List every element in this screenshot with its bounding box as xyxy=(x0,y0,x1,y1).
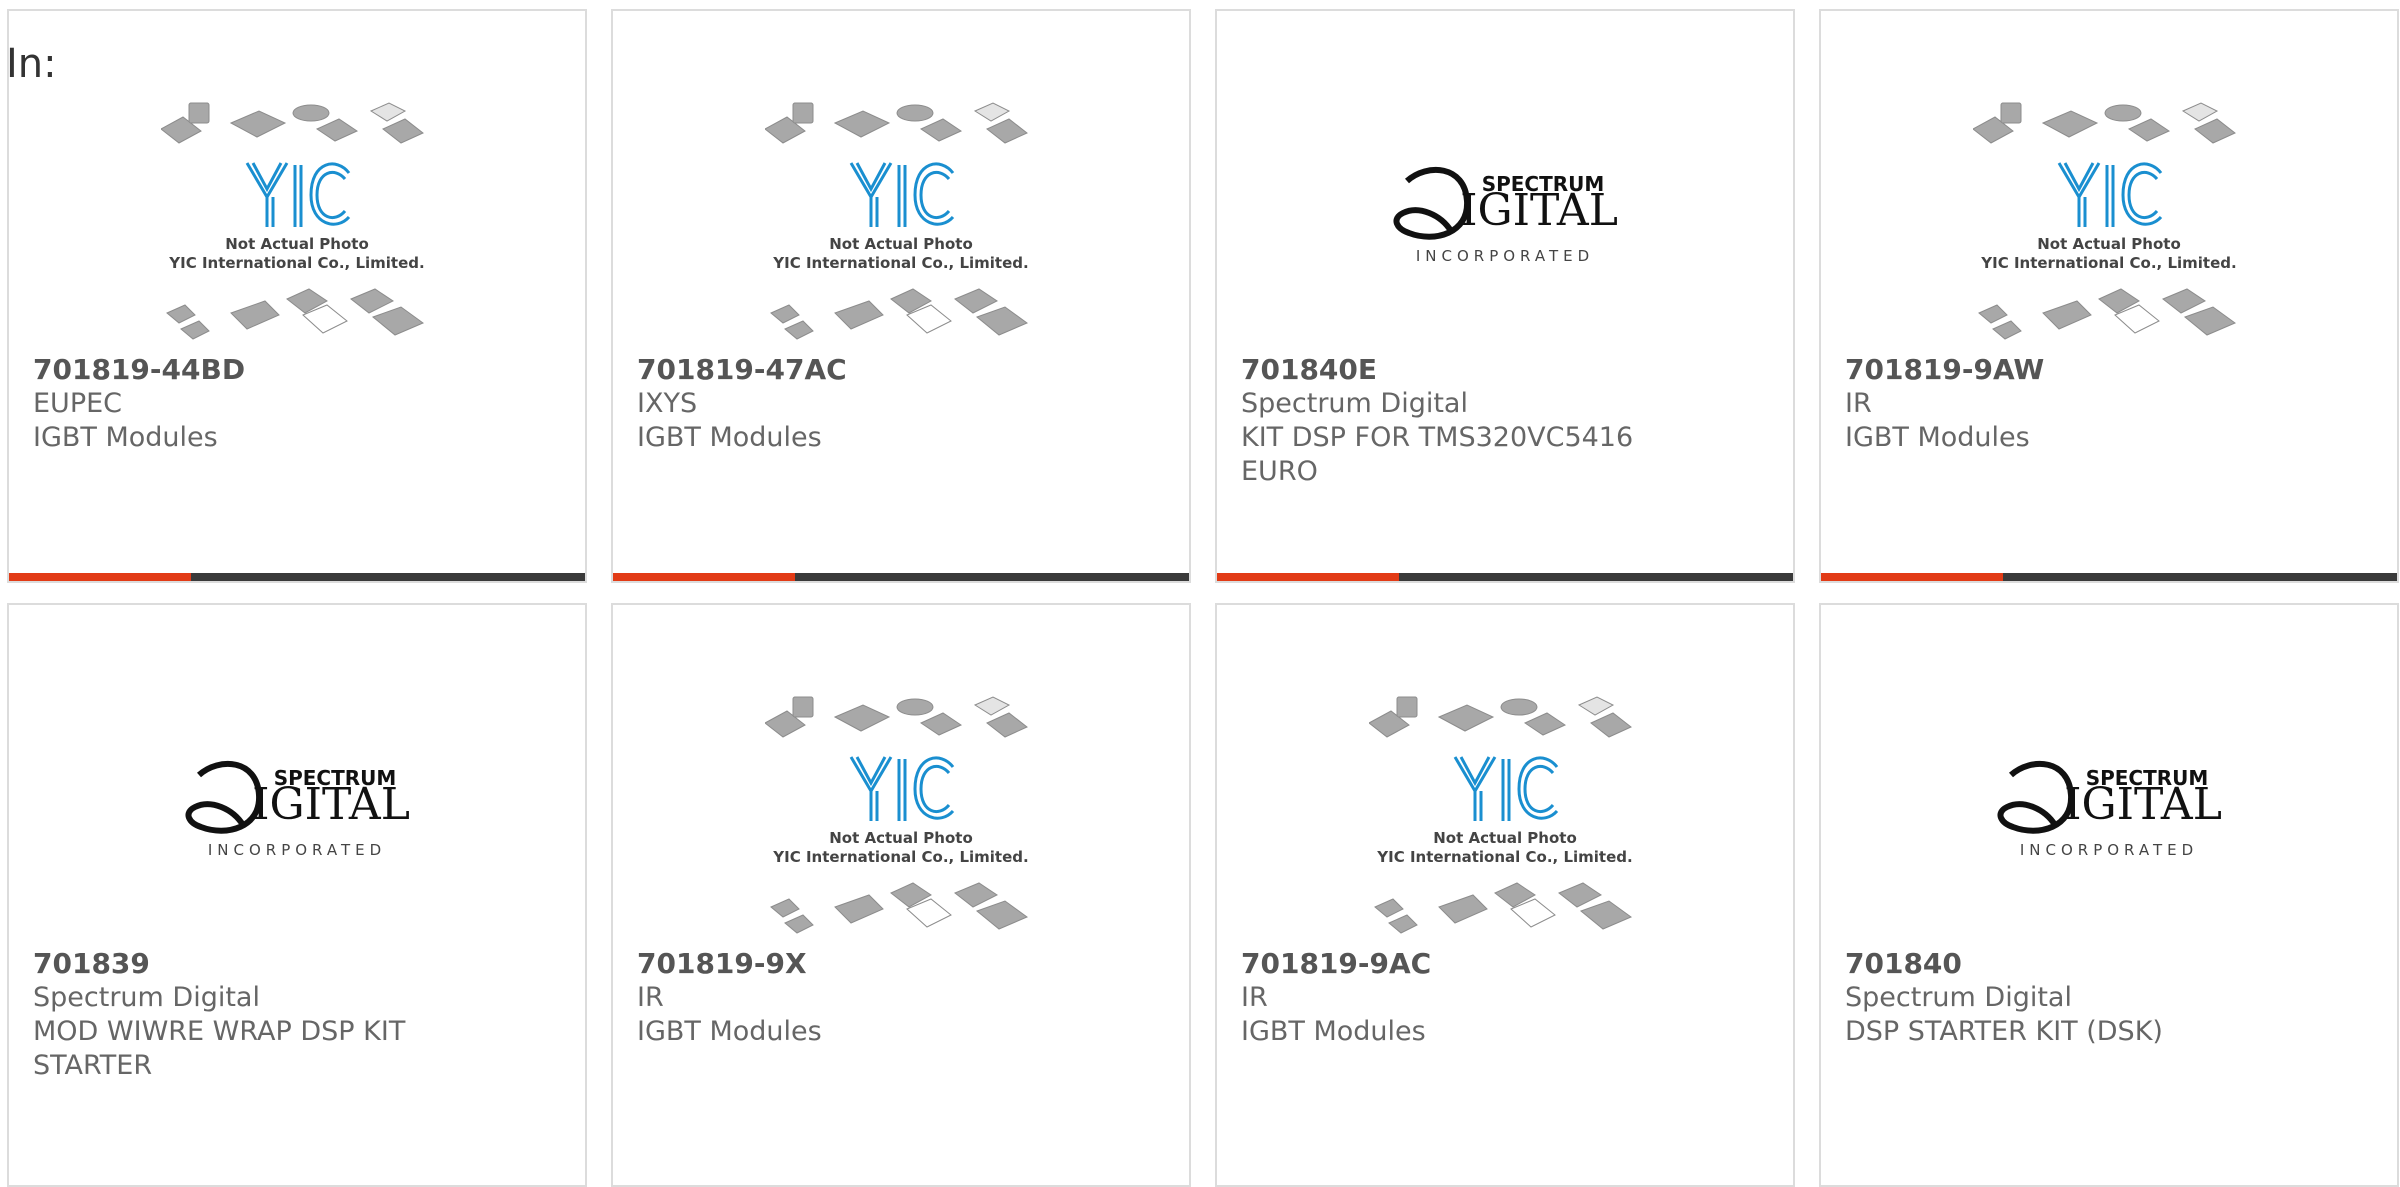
part-number-link[interactable]: 701840 xyxy=(1845,947,2377,981)
card-bottom-bar xyxy=(613,573,1189,581)
product-card[interactable]: Not Actual Photo YIC International Co., … xyxy=(611,9,1191,583)
description-label: IGBT Modules xyxy=(637,1016,822,1047)
part-number-link[interactable]: 701819-9AW xyxy=(1845,353,2377,387)
description-label: IGBT Modules xyxy=(1845,422,2030,453)
card-accent-stripe xyxy=(1821,573,2003,581)
svg-text:INCORPORATED: INCORPORATED xyxy=(208,841,386,859)
product-info: 701819-44BD EUPEC IGBT Modules xyxy=(33,353,565,455)
manufacturer-label: IR xyxy=(1845,388,1872,419)
part-number-link[interactable]: 701819-47AC xyxy=(637,353,1169,387)
svg-text:Not Actual Photo: Not Actual Photo xyxy=(1433,829,1577,847)
svg-text:YIC International Co., Limited: YIC International Co., Limited. xyxy=(772,254,1028,272)
svg-text:YIC International Co., Limited: YIC International Co., Limited. xyxy=(772,848,1028,866)
spectrum-digital-logo-image[interactable]: SPECTRUM IGITAL INCORPORATED xyxy=(1973,695,2245,945)
description-label: IGBT Modules xyxy=(1241,1016,1426,1047)
manufacturer-label: IR xyxy=(1241,982,1268,1013)
card-accent-stripe xyxy=(613,573,795,581)
part-number-link[interactable]: 701819-44BD xyxy=(33,353,565,387)
product-card[interactable]: Not Actual Photo YIC International Co., … xyxy=(7,9,587,583)
card-accent-stripe xyxy=(1217,573,1399,581)
spectrum-digital-logo-image[interactable]: SPECTRUM IGITAL INCORPORATED xyxy=(161,695,433,945)
product-card[interactable]: SPECTRUM IGITAL INCORPORATED 701840 Spect… xyxy=(1819,603,2399,1187)
description-label: DSP STARTER KIT (DSK) xyxy=(1845,1016,2163,1047)
product-info: 701840 Spectrum Digital DSP STARTER KIT (D… xyxy=(1845,947,2377,1049)
yic-placeholder-image[interactable]: Not Actual Photo YIC International Co., … xyxy=(161,101,433,351)
yic-placeholder-image[interactable]: Not Actual Photo YIC International Co., … xyxy=(1973,101,2245,351)
part-number-link[interactable]: 701839 xyxy=(33,947,565,981)
product-info: 701819-9AW IR IGBT Modules xyxy=(1845,353,2377,455)
product-grid: Not Actual Photo YIC International Co., … xyxy=(7,9,2400,1187)
svg-text:YIC International Co., Limited: YIC International Co., Limited. xyxy=(1376,848,1632,866)
svg-text:Not Actual Photo: Not Actual Photo xyxy=(225,235,369,253)
svg-text:Not Actual Photo: Not Actual Photo xyxy=(829,235,973,253)
card-bottom-bar xyxy=(1821,573,2397,581)
product-info: 701819-9X IR IGBT Modules xyxy=(637,947,1169,1049)
product-card[interactable]: SPECTRUM IGITAL INCORPORATED 701839 Spect… xyxy=(7,603,587,1187)
in-label: In: xyxy=(6,41,57,87)
description-label: KIT DSP FOR TMS320VC5416 EURO xyxy=(1241,422,1634,487)
manufacturer-label: Spectrum Digital xyxy=(1845,982,2072,1013)
product-card[interactable]: Not Actual Photo YIC International Co., … xyxy=(1215,603,1795,1187)
yic-placeholder-image[interactable]: Not Actual Photo YIC International Co., … xyxy=(1369,695,1641,945)
product-info: 701819-47AC IXYS IGBT Modules xyxy=(637,353,1169,455)
manufacturer-label: EUPEC xyxy=(33,388,123,419)
product-card[interactable]: Not Actual Photo YIC International Co., … xyxy=(1819,9,2399,583)
svg-text:YIC International Co., Limited: YIC International Co., Limited. xyxy=(1980,254,2236,272)
svg-text:YIC International Co., Limited: YIC International Co., Limited. xyxy=(168,254,424,272)
part-number-link[interactable]: 701819-9AC xyxy=(1241,947,1773,981)
description-label: IGBT Modules xyxy=(33,422,218,453)
svg-text:IGITAL: IGITAL xyxy=(1460,185,1618,236)
part-number-link[interactable]: 701819-9X xyxy=(637,947,1169,981)
product-card[interactable]: SPECTRUM IGITAL INCORPORATED 701840E Spec… xyxy=(1215,9,1795,583)
manufacturer-label: Spectrum Digital xyxy=(1241,388,1468,419)
spectrum-digital-logo-image[interactable]: SPECTRUM IGITAL INCORPORATED xyxy=(1369,101,1641,351)
svg-text:INCORPORATED: INCORPORATED xyxy=(2020,841,2198,859)
card-bottom-bar xyxy=(9,573,585,581)
product-card[interactable]: Not Actual Photo YIC International Co., … xyxy=(611,603,1191,1187)
product-info: 701840E Spectrum Digital KIT DSP FOR TMS32… xyxy=(1241,353,1773,489)
svg-text:IGITAL: IGITAL xyxy=(2064,779,2222,830)
svg-text:Not Actual Photo: Not Actual Photo xyxy=(2037,235,2181,253)
card-bottom-bar xyxy=(1217,573,1793,581)
manufacturer-label: Spectrum Digital xyxy=(33,982,260,1013)
svg-text:Not Actual Photo: Not Actual Photo xyxy=(829,829,973,847)
part-number-link[interactable]: 701840E xyxy=(1241,353,1773,387)
manufacturer-label: IR xyxy=(637,982,664,1013)
svg-text:INCORPORATED: INCORPORATED xyxy=(1416,247,1594,265)
description-label: MOD WIWRE WRAP DSP KIT STARTER xyxy=(33,1016,406,1081)
manufacturer-label: IXYS xyxy=(637,388,698,419)
svg-text:IGITAL: IGITAL xyxy=(252,779,410,830)
yic-placeholder-image[interactable]: Not Actual Photo YIC International Co., … xyxy=(765,695,1037,945)
product-info: 701839 Spectrum Digital MOD WIWRE WRAP DSP… xyxy=(33,947,565,1083)
yic-placeholder-image[interactable]: Not Actual Photo YIC International Co., … xyxy=(765,101,1037,351)
description-label: IGBT Modules xyxy=(637,422,822,453)
card-accent-stripe xyxy=(9,573,191,581)
product-info: 701819-9AC IR IGBT Modules xyxy=(1241,947,1773,1049)
